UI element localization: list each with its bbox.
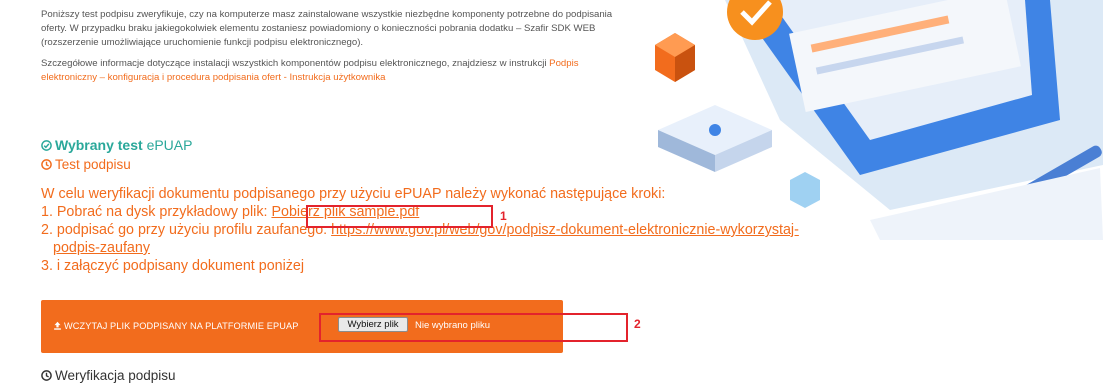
selected-test-label: Wybrany test: [55, 137, 143, 153]
profile-link-continued[interactable]: podpis-zaufany: [53, 240, 150, 256]
step-1-text: 1. Pobrać na dysk przykładowy plik:: [41, 204, 272, 220]
steps-list: W celu weryfikacji dokumentu podpisanego…: [41, 185, 961, 275]
annotation-box-2: [319, 313, 628, 342]
clock-icon: [41, 370, 52, 381]
intro-text: Poniższy test podpisu zweryfikuje, czy n…: [41, 8, 621, 92]
steps-intro: W celu weryfikacji dokumentu podpisanego…: [41, 186, 666, 202]
selected-test: Wybrany test ePUAP: [41, 137, 192, 153]
check-circle-icon: [41, 140, 52, 151]
upload-label: WCZYTAJ PLIK PODPISANY NA PLATFORMIE EPU…: [53, 321, 298, 331]
upload-icon: [54, 321, 61, 330]
intro-paragraph-2-text: Szczegółowe informacje dotyczące instala…: [41, 58, 550, 69]
test-heading-text: Test podpisu: [55, 157, 131, 172]
step-2: 2. podpisać go przy użyciu profilu zaufa…: [41, 221, 961, 239]
intro-paragraph-1: Poniższy test podpisu zweryfikuje, czy n…: [41, 9, 613, 48]
verification-heading: Weryfikacja podpisu: [41, 368, 176, 383]
annotation-box-1: [306, 205, 493, 228]
upload-label-text: WCZYTAJ PLIK PODPISANY NA PLATFORMIE EPU…: [64, 321, 299, 331]
selected-test-value: ePUAP: [146, 137, 193, 153]
annotation-number-2: 2: [634, 317, 641, 331]
intro-paragraph-2: Szczegółowe informacje dotyczące instala…: [41, 57, 621, 85]
step-3: 3. i załączyć podpisany dokument poniżej: [41, 258, 305, 274]
step-2-continued: podpis-zaufany: [41, 239, 961, 257]
test-heading: Test podpisu: [41, 157, 131, 172]
step-2-text: 2. podpisać go przy użyciu profilu zaufa…: [41, 222, 332, 238]
annotation-number-1: 1: [500, 209, 507, 223]
verification-heading-text: Weryfikacja podpisu: [55, 368, 176, 383]
clock-icon: [41, 159, 52, 170]
